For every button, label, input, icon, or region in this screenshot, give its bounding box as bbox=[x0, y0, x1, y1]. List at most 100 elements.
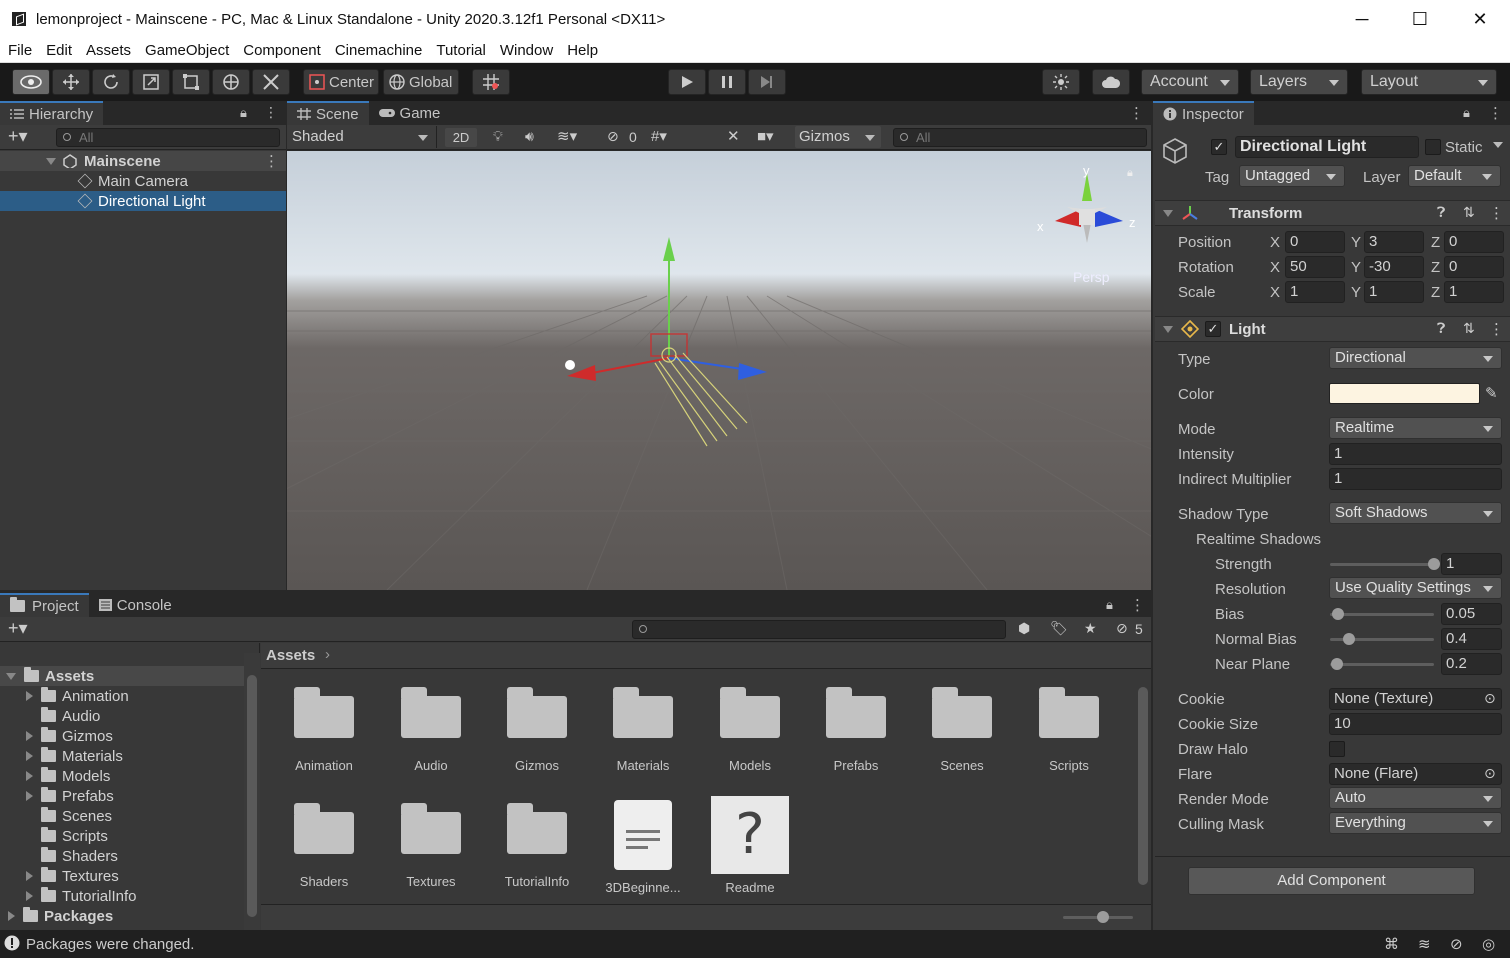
rotation-z-field[interactable]: 0 bbox=[1444, 256, 1504, 278]
move-tool-button[interactable] bbox=[52, 69, 90, 95]
intensity-field[interactable]: 1 bbox=[1329, 443, 1502, 465]
scene-more-icon[interactable]: ⋮ bbox=[264, 152, 279, 170]
expand-arrow-icon[interactable] bbox=[46, 157, 56, 165]
tab-inspector[interactable]: Inspector bbox=[1153, 101, 1254, 125]
asset-models[interactable]: Models bbox=[700, 684, 800, 773]
breadcrumb-assets[interactable]: Assets bbox=[266, 647, 315, 664]
progress-status-icon[interactable]: ⊘ bbox=[1450, 935, 1463, 953]
hierarchy-search-input[interactable]: All bbox=[56, 128, 280, 147]
project-search-input[interactable] bbox=[632, 620, 1006, 639]
tree-scrollbar-thumb[interactable] bbox=[247, 675, 257, 917]
scene-viewport[interactable]: y x z 🔒︎ Persp bbox=[287, 151, 1151, 590]
preset-sliders-icon[interactable]: ⇅ bbox=[1463, 204, 1475, 221]
maximize-button[interactable]: ☐ bbox=[1390, 0, 1450, 38]
menu-cinemachine[interactable]: Cinemachine bbox=[335, 42, 423, 59]
help-icon[interactable]: ❓︎ bbox=[1437, 320, 1445, 337]
shadow-type-dropdown[interactable]: Soft Shadows bbox=[1329, 502, 1502, 524]
hierarchy-item-directional-light[interactable]: Directional Light bbox=[0, 191, 286, 211]
tree-item-textures[interactable]: Textures bbox=[0, 866, 244, 886]
collapse-arrow-icon[interactable] bbox=[26, 731, 33, 741]
projection-label[interactable]: Persp bbox=[1073, 269, 1110, 285]
transform-gizmo[interactable] bbox=[287, 151, 1151, 590]
collapse-arrow-icon[interactable] bbox=[26, 771, 33, 781]
light-enabled-checkbox[interactable]: ✓ bbox=[1205, 321, 1221, 337]
rect-tool-button[interactable] bbox=[172, 69, 210, 95]
flare-field[interactable]: None (Flare) bbox=[1329, 763, 1502, 785]
help-icon[interactable]: ❓︎ bbox=[1437, 204, 1445, 221]
position-y-field[interactable]: 3 bbox=[1364, 231, 1424, 253]
component-more-icon[interactable]: ⋮ bbox=[1489, 320, 1504, 338]
rotation-x-field[interactable]: 50 bbox=[1285, 256, 1345, 278]
hierarchy-item-main-camera[interactable]: Main Camera bbox=[0, 171, 286, 191]
layout-dropdown[interactable]: Layout bbox=[1361, 69, 1497, 95]
lock-icon[interactable]: 🔒︎ bbox=[1106, 597, 1113, 613]
create-add-icon[interactable]: +▾ bbox=[8, 618, 28, 639]
asset-gizmos[interactable]: Gizmos bbox=[487, 684, 587, 773]
foldout-arrow-icon[interactable] bbox=[1163, 326, 1173, 333]
expand-arrow-icon[interactable] bbox=[6, 672, 16, 680]
tab-game[interactable]: Game bbox=[369, 101, 451, 125]
normal-bias-slider-knob[interactable] bbox=[1343, 633, 1356, 645]
light-mode-dropdown[interactable]: Realtime bbox=[1329, 417, 1502, 439]
scene-search-input[interactable]: All bbox=[893, 128, 1147, 147]
menu-tutorial[interactable]: Tutorial bbox=[436, 42, 485, 59]
pivot-center-button[interactable]: Center bbox=[303, 69, 379, 95]
menu-gameobject[interactable]: GameObject bbox=[145, 42, 229, 59]
tab-console[interactable]: Console bbox=[89, 593, 182, 617]
step-button[interactable] bbox=[748, 69, 786, 95]
cookie-size-field[interactable]: 10 bbox=[1329, 713, 1502, 735]
foldout-arrow-icon[interactable] bbox=[1163, 210, 1173, 217]
asset-3dbeginne[interactable]: 3DBeginne... bbox=[593, 800, 693, 895]
tree-item-scenes[interactable]: Scenes bbox=[0, 806, 244, 826]
draw-halo-checkbox[interactable] bbox=[1329, 741, 1345, 757]
auto-generate-icon[interactable]: ◎ bbox=[1482, 935, 1495, 953]
pause-button[interactable] bbox=[708, 69, 746, 95]
active-checkbox[interactable]: ✓ bbox=[1211, 139, 1227, 155]
pivot-global-button[interactable]: Global bbox=[383, 69, 459, 95]
tab-project[interactable]: Project bbox=[0, 593, 89, 617]
asset-materials[interactable]: Materials bbox=[593, 684, 693, 773]
scale-z-field[interactable]: 1 bbox=[1444, 281, 1504, 303]
tree-item-audio[interactable]: Audio bbox=[0, 706, 244, 726]
more-menu-icon[interactable]: ⋮ bbox=[264, 104, 278, 121]
collapse-arrow-icon[interactable] bbox=[26, 891, 33, 901]
strength-field[interactable]: 1 bbox=[1441, 553, 1502, 575]
asset-readme[interactable]: ? Readme bbox=[700, 796, 800, 895]
scale-tool-button[interactable] bbox=[132, 69, 170, 95]
light-header[interactable]: ✓ Light ❓︎ ⇅ ⋮ bbox=[1155, 316, 1510, 342]
hidden-objects-icon[interactable]: ⊘ bbox=[607, 128, 619, 145]
lighting-status-icon[interactable]: ≋ bbox=[1418, 935, 1431, 953]
snap-grid-button[interactable] bbox=[472, 69, 510, 95]
tree-scrollbar[interactable] bbox=[244, 653, 260, 930]
asset-prefabs[interactable]: Prefabs bbox=[806, 684, 906, 773]
scene-tools-icon[interactable]: ✕ bbox=[727, 127, 740, 145]
menu-edit[interactable]: Edit bbox=[46, 42, 72, 59]
tree-item-assets[interactable]: Assets bbox=[0, 666, 244, 686]
asset-audio[interactable]: Audio bbox=[381, 684, 481, 773]
scene-row[interactable]: Mainscene ⋮ bbox=[0, 151, 286, 171]
menu-window[interactable]: Window bbox=[500, 42, 553, 59]
culling-mask-dropdown[interactable]: Everything bbox=[1329, 812, 1502, 834]
rotation-y-field[interactable]: -30 bbox=[1364, 256, 1424, 278]
static-checkbox[interactable] bbox=[1425, 139, 1441, 155]
menu-file[interactable]: File bbox=[8, 42, 32, 59]
object-name-field[interactable]: Directional Light bbox=[1235, 136, 1419, 158]
close-button[interactable]: ✕ bbox=[1450, 0, 1510, 38]
layer-dropdown[interactable]: Default bbox=[1408, 165, 1501, 187]
scene-more-icon[interactable]: ⋮ bbox=[1129, 104, 1144, 122]
tree-item-animation[interactable]: Animation bbox=[0, 686, 244, 706]
shading-mode-dropdown[interactable]: Shaded bbox=[287, 126, 437, 148]
debug-bug-icon[interactable]: ⌘ bbox=[1384, 935, 1399, 953]
position-z-field[interactable]: 0 bbox=[1444, 231, 1504, 253]
lighting-bulb-icon[interactable]: 💡︎ bbox=[493, 128, 503, 145]
preset-sliders-icon[interactable]: ⇅ bbox=[1463, 320, 1475, 337]
filter-by-label-icon[interactable]: 🏷︎ bbox=[1050, 620, 1068, 637]
transform-tool-button[interactable] bbox=[212, 69, 250, 95]
scale-y-field[interactable]: 1 bbox=[1364, 281, 1424, 303]
cloud-button[interactable] bbox=[1092, 69, 1130, 95]
view-tool-button[interactable] bbox=[12, 69, 50, 95]
object-picker-icon[interactable]: ⊙ bbox=[1484, 765, 1496, 782]
transform-header[interactable]: Transform ❓︎ ⇅ ⋮ bbox=[1155, 200, 1510, 226]
audio-speaker-icon[interactable]: 🔊︎ bbox=[525, 128, 534, 145]
lock-icon[interactable]: 🔒︎ bbox=[1463, 105, 1470, 121]
